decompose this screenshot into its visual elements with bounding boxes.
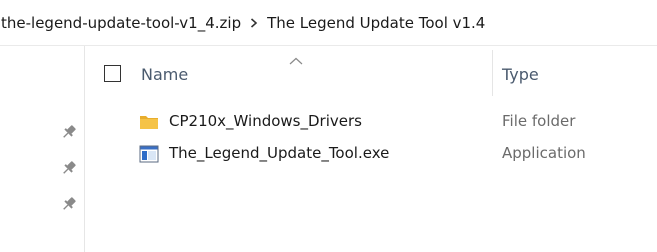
file-row[interactable]: The_Legend_Update_Tool.exe Application [86, 138, 657, 170]
column-header-name[interactable]: Name [141, 65, 188, 84]
file-row[interactable]: CP210x_Windows_Drivers File folder [86, 106, 657, 138]
file-name[interactable]: The_Legend_Update_Tool.exe [169, 144, 389, 162]
file-type: Application [502, 144, 586, 162]
select-all-checkbox[interactable] [104, 65, 121, 82]
application-icon [139, 145, 159, 163]
breadcrumb-item-zip[interactable]: the-legend-update-tool-v1_4.zip [1, 14, 241, 32]
file-name[interactable]: CP210x_Windows_Drivers [169, 112, 362, 130]
breadcrumb: the-legend-update-tool-v1_4.zip The Lege… [0, 0, 657, 46]
pin-icon[interactable] [60, 159, 78, 177]
column-divider[interactable] [492, 50, 493, 96]
column-header-type[interactable]: Type [502, 65, 539, 84]
pin-icon[interactable] [60, 195, 78, 213]
breadcrumb-item-current-folder[interactable]: The Legend Update Tool v1.4 [267, 14, 485, 32]
file-explorer-window: the-legend-update-tool-v1_4.zip The Lege… [0, 0, 657, 252]
file-type: File folder [502, 112, 576, 130]
folder-icon [139, 113, 159, 131]
sort-ascending-icon [289, 50, 303, 65]
column-header-row: Name Type [86, 46, 657, 104]
chevron-right-icon[interactable] [241, 13, 267, 33]
pin-icon[interactable] [60, 123, 78, 141]
navigation-pane [0, 46, 85, 252]
